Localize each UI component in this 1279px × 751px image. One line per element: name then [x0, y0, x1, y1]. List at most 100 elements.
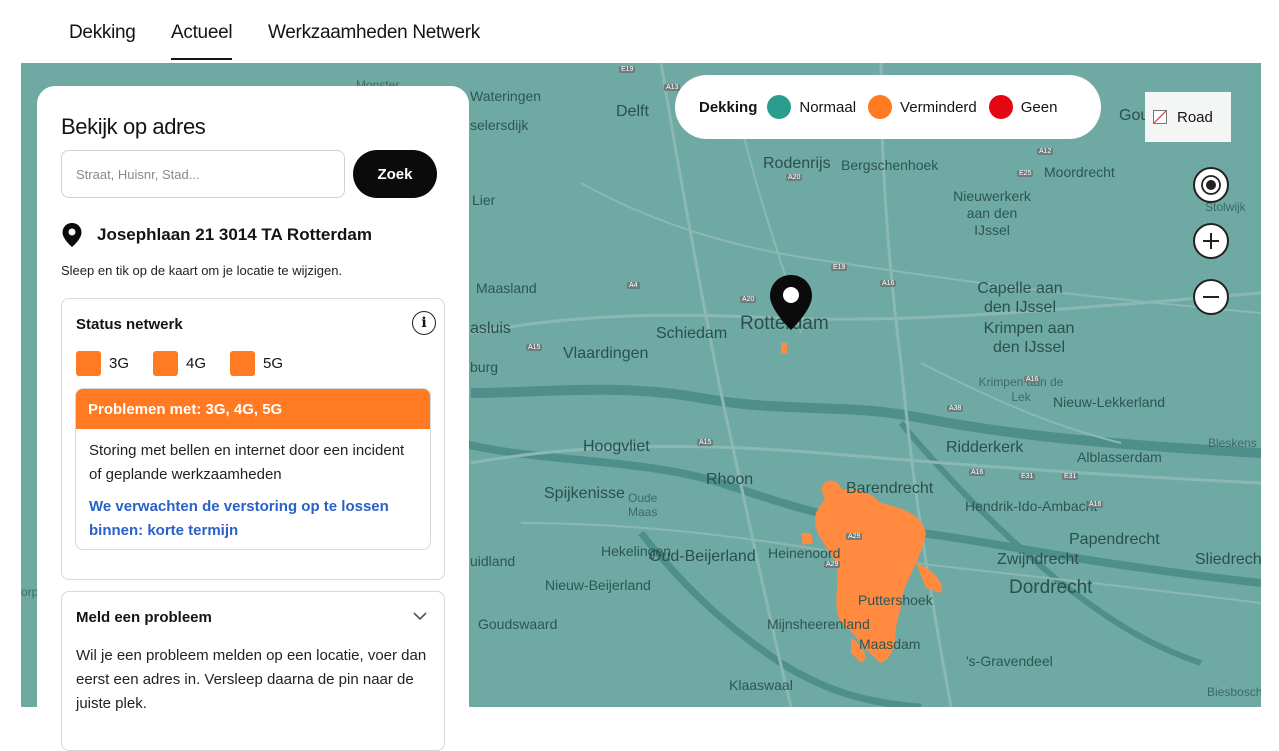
road-shield: E19 [831, 264, 848, 271]
map-type-button[interactable]: Road [1145, 92, 1231, 142]
network-status-card: Status netwerk i 3G 4G 5G Problemen met:… [61, 298, 445, 580]
map-label: Hoogvliet [583, 438, 650, 455]
map-label: Puttershoek [858, 592, 933, 608]
map-label: Lier [472, 192, 496, 208]
road-shield: A4 [627, 282, 640, 289]
map-label: Nieuw-Beijerland [545, 577, 651, 593]
locate-me-button[interactable] [1193, 167, 1229, 203]
map-label: Maasdam [859, 636, 921, 652]
road-shield: A38 [947, 405, 964, 412]
network-5g: 5G [230, 351, 283, 376]
map-label: Ridderkerk [946, 439, 1024, 456]
address-search-input[interactable] [61, 150, 345, 198]
road-shield: A16 [1024, 376, 1041, 383]
zoom-in-button[interactable] [1193, 223, 1229, 259]
tab-werkzaamheden-netwerk[interactable]: Werkzaamheden Netwerk [268, 22, 480, 44]
coverage-legend: Dekking Normaal Verminderd Geen [675, 75, 1101, 139]
network-label: 4G [186, 355, 207, 372]
address-text: Josephlaan 21 3014 TA Rotterdam [97, 225, 372, 244]
map-label: selersdijk [470, 117, 529, 133]
map-label: Vlaardingen [563, 345, 649, 362]
status-square [153, 351, 179, 376]
map-label: Biesbosch [1207, 685, 1261, 699]
selected-address: Josephlaan 21 3014 TA Rotterdam [61, 222, 372, 248]
zoom-out-button[interactable] [1193, 279, 1229, 315]
map-label: Bleskens [1208, 436, 1257, 450]
road-shield: A15 [697, 439, 714, 446]
map-label: Zwijndrecht [997, 551, 1079, 568]
legend-dot-verminderd [868, 95, 893, 119]
map-label: Dordrecht [1009, 577, 1093, 598]
road-shield: A16 [880, 280, 897, 287]
road-shield: A29 [846, 533, 863, 540]
address-panel: Bekijk op adres Zoek Josephlaan 21 3014 … [37, 86, 469, 751]
legend-label: Normaal [799, 98, 857, 116]
network-label: 5G [263, 355, 284, 372]
map-label: Alblasserdam [1077, 449, 1162, 465]
search-row: Zoek [61, 150, 437, 198]
map-label: Nieuwerkerk aan den IJssel [953, 188, 1031, 238]
legend-dot-normaal [767, 95, 792, 119]
map-label: Barendrecht [846, 480, 934, 497]
address-hint: Sleep en tik op de kaart om je locatie t… [61, 263, 343, 278]
status-square [76, 351, 101, 376]
map-label: Mijnsheerenland [767, 616, 870, 632]
info-icon[interactable]: i [412, 311, 436, 335]
map-label: Schiedam [656, 325, 728, 342]
road-shield: A16 [1087, 501, 1104, 508]
status-title: Status netwerk [76, 316, 183, 333]
network-3g: 3G [76, 351, 129, 376]
problem-header: Problemen met: 3G, 4G, 5G [76, 389, 430, 429]
network-types: 3G 4G 5G [76, 351, 307, 376]
map-label: Oud-Beijerland [649, 548, 756, 565]
tab-actueel[interactable]: Actueel [171, 22, 233, 60]
status-square [230, 351, 256, 376]
road-shield: A12 [1037, 148, 1054, 155]
map-label: Sliedrecht [1195, 551, 1261, 568]
map-label: Krimpen aan den IJssel [983, 320, 1075, 356]
resolution-link[interactable]: We verwachten de verstoring op te lossen… [89, 495, 417, 543]
legend-label: Verminderd [900, 98, 977, 116]
map-label: Oude Maas [628, 491, 658, 519]
road-shield: A20 [786, 174, 803, 181]
map-label: Klaaswaal [729, 677, 793, 693]
map-label: Maasland [476, 280, 537, 296]
report-text: Wil je een probleem melden op een locati… [76, 647, 427, 712]
problem-body: Storing met bellen en internet door een … [76, 429, 430, 549]
search-button[interactable]: Zoek [353, 150, 437, 198]
road-shield: E25 [1017, 170, 1034, 177]
map-label: Spijkenisse [544, 485, 625, 502]
map-label: Delft [616, 103, 649, 120]
map-label: burg [470, 359, 499, 375]
map-label: uidland [470, 553, 516, 569]
map-label: Goudswaard [478, 616, 558, 632]
chevron-down-icon[interactable] [412, 608, 428, 624]
map-pin-icon [62, 223, 82, 247]
map-label: Wateringen [470, 88, 542, 104]
road-shield: E31 [1019, 473, 1036, 480]
tab-bar: Dekking Actueel Werkzaamheden Netwerk [0, 0, 1279, 63]
map-label: Rodenrijs [763, 155, 831, 172]
map-label: Hendrik-Ido-Ambacht [965, 498, 1098, 514]
map-type-label: Road [1177, 108, 1213, 126]
map-label: Bergschenhoek [841, 157, 939, 173]
road-shield: E31 [1062, 473, 1079, 480]
report-title: Meld een probleem [76, 609, 212, 626]
map-label: Heinenoord [768, 545, 841, 561]
map-label: Nieuw-Lekkerland [1053, 394, 1166, 410]
map-label: Papendrecht [1069, 531, 1160, 548]
location-pin-icon[interactable] [768, 274, 814, 332]
map-label: Moordrecht [1044, 164, 1115, 180]
panel-title: Bekijk op adres [61, 114, 206, 139]
map-label: 's-Gravendeel [966, 653, 1053, 669]
tab-dekking[interactable]: Dekking [69, 22, 136, 44]
road-shield: A29 [824, 561, 841, 568]
road-shield: A15 [526, 344, 543, 351]
map-label: Rhoon [706, 471, 754, 488]
problem-box: Problemen met: 3G, 4G, 5G Storing met be… [75, 388, 431, 550]
legend-dot-geen [988, 95, 1013, 119]
network-4g: 4G [153, 351, 206, 376]
map-label: orp [21, 585, 39, 599]
report-problem-card[interactable]: Meld een probleem Wil je een probleem me… [61, 591, 445, 751]
map-type-icon [1153, 110, 1167, 124]
